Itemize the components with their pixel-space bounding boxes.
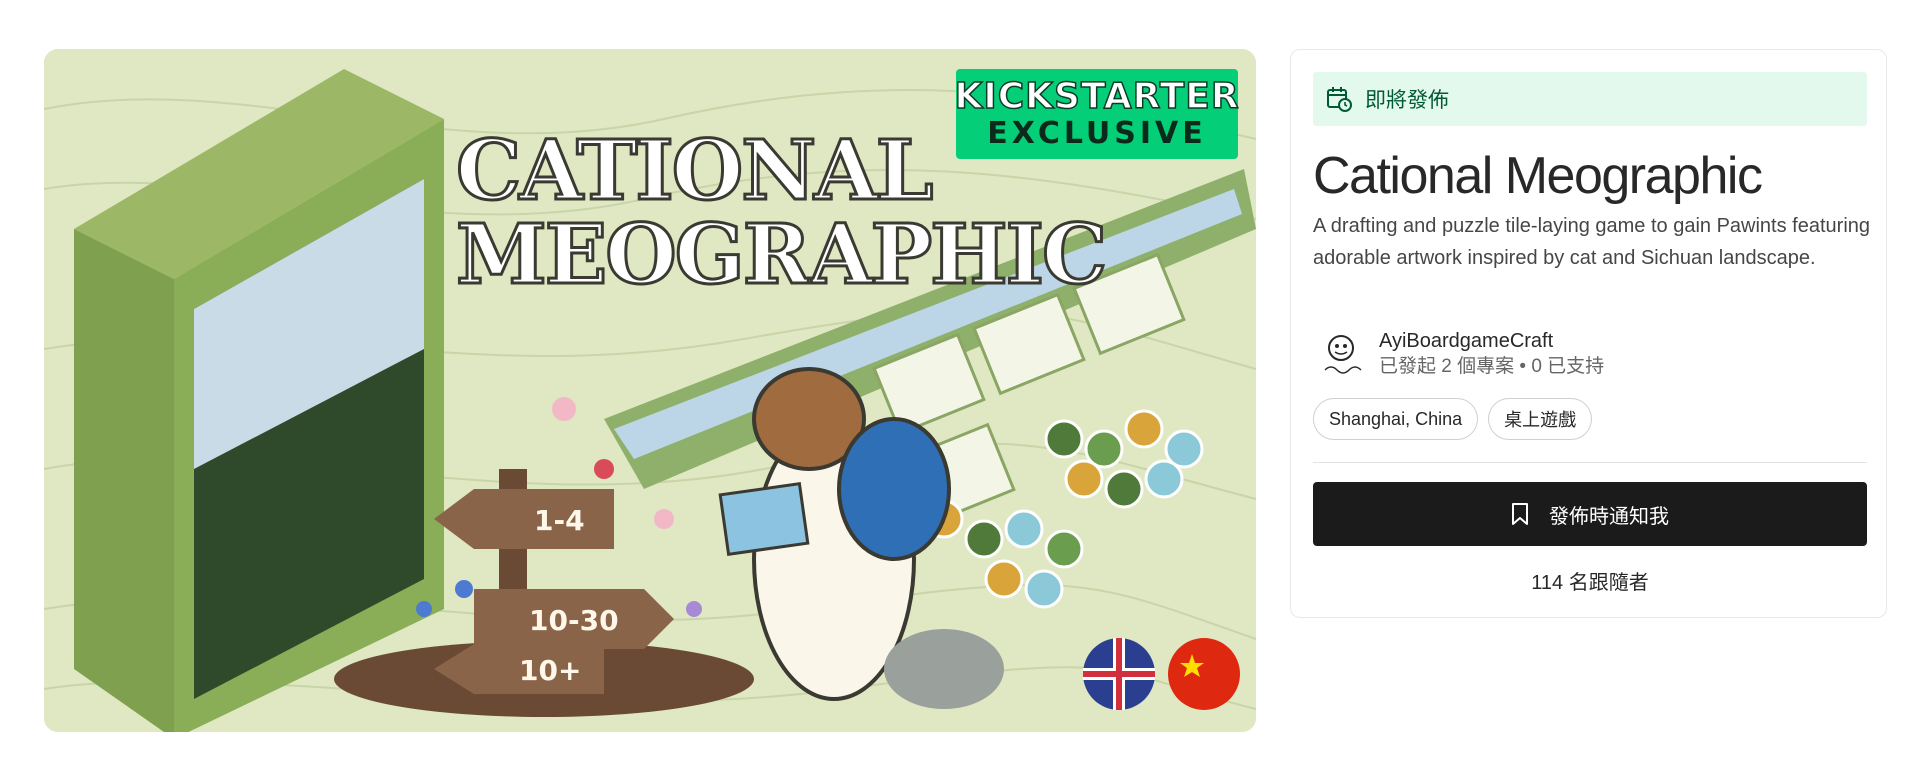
project-description: A drafting and puzzle tile-laying game t…: [1313, 215, 1871, 269]
game-logo: CATIONAL MEOGRAPHIC: [455, 123, 1109, 303]
location-tag[interactable]: Shanghai, China: [1313, 398, 1479, 440]
creator-name[interactable]: AyiBoardgameCraft: [1379, 328, 1604, 354]
project-info-panel: 即將發佈 Cational Meographic A drafting and …: [1290, 49, 1887, 618]
game-logo-line2: MEOGRAPHIC: [455, 207, 1109, 303]
category-tag[interactable]: 桌上遊戲: [1488, 398, 1593, 440]
creator-stats: 已發起 2 個專案 • 0 已支持: [1379, 356, 1605, 377]
badge-bottom-text: EXCLUSIVE: [987, 116, 1207, 151]
sign-players: 1-4: [534, 504, 585, 537]
project-hero-image: KICKSTARTER EXCLUSIVE CATIONAL MEOGRAPHI…: [44, 49, 1256, 732]
launch-status-banner: 即將發佈: [1313, 72, 1867, 126]
bookmark-icon: [1512, 503, 1528, 525]
launch-status-text: 即將發佈: [1365, 89, 1449, 112]
follower-count: 114 名跟隨者: [1531, 572, 1649, 594]
project-tags: Shanghai, China 桌上遊戲: [1313, 398, 1593, 440]
creator-logo-icon: [1324, 335, 1362, 374]
badge-top-text: KICKSTARTER: [954, 76, 1240, 118]
sign-age: 10+: [519, 654, 582, 687]
project-title: Cational Meographic: [1313, 147, 1763, 205]
sign-time: 10-30: [529, 604, 619, 637]
calendar-clock-icon: [1327, 87, 1352, 112]
creator-block[interactable]: AyiBoardgameCraft 已發起 2 個專案 • 0 已支持: [1313, 326, 1604, 382]
creator-avatar[interactable]: [1313, 326, 1369, 382]
notify-on-launch-button[interactable]: 發佈時通知我: [1313, 482, 1867, 546]
game-logo-line1: CATIONAL: [455, 123, 935, 219]
notify-button-label: 發佈時通知我: [1549, 505, 1669, 528]
divider: [1313, 462, 1867, 463]
